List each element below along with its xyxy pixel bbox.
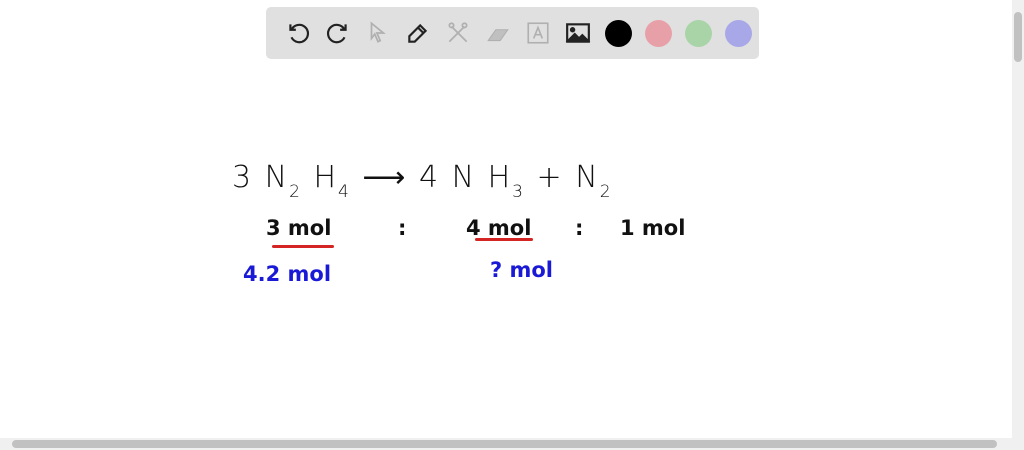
color-pink[interactable] bbox=[638, 13, 678, 53]
color-swatch bbox=[604, 19, 632, 47]
text-icon bbox=[527, 22, 549, 44]
element: N bbox=[575, 160, 600, 195]
vertical-scroll-thumb[interactable] bbox=[1014, 12, 1022, 62]
image-button[interactable] bbox=[558, 13, 598, 53]
underline-b bbox=[475, 238, 533, 241]
redo-icon bbox=[327, 23, 347, 44]
chemical-equation: 3 N2 H4 ⟶ 4 N H3 + N2 bbox=[232, 160, 613, 202]
eraser-icon bbox=[487, 29, 509, 42]
color-swatch bbox=[684, 19, 712, 47]
color-swatch bbox=[724, 19, 752, 47]
redo-button[interactable] bbox=[318, 13, 358, 53]
ratio-a: 3 mol bbox=[266, 216, 332, 240]
element: H bbox=[313, 160, 339, 195]
coefficient: 3 bbox=[232, 160, 254, 195]
pen-icon bbox=[408, 23, 428, 43]
underline-a bbox=[272, 245, 334, 248]
element: N bbox=[451, 160, 477, 195]
color-swatch bbox=[644, 19, 672, 47]
drawing-toolbar bbox=[266, 7, 759, 59]
ratio-b: 4 mol bbox=[466, 216, 532, 240]
horizontal-scroll-thumb[interactable] bbox=[12, 440, 997, 448]
select-button[interactable] bbox=[358, 13, 398, 53]
text-button[interactable] bbox=[518, 13, 558, 53]
vertical-scrollbar[interactable] bbox=[1012, 0, 1024, 438]
ratio-c: 1 mol bbox=[620, 216, 686, 240]
ratio-sep-1: : bbox=[398, 216, 407, 240]
unknown-amount: ? mol bbox=[490, 258, 553, 282]
element: H bbox=[487, 160, 513, 195]
pointer-icon bbox=[370, 21, 386, 43]
given-amount: 4.2 mol bbox=[243, 262, 332, 286]
eraser-button[interactable] bbox=[478, 13, 518, 53]
color-purple[interactable] bbox=[718, 13, 758, 53]
tools-button[interactable] bbox=[438, 13, 478, 53]
tools-icon bbox=[448, 22, 468, 43]
subscript: 4 bbox=[338, 182, 351, 202]
pen-button[interactable] bbox=[398, 13, 438, 53]
subscript: 2 bbox=[599, 182, 613, 202]
element: N bbox=[264, 160, 290, 195]
plus-sign: + bbox=[536, 160, 564, 195]
color-black[interactable] bbox=[598, 13, 638, 53]
color-green[interactable] bbox=[678, 13, 718, 53]
undo-button[interactable] bbox=[278, 13, 318, 53]
undo-icon bbox=[289, 23, 309, 44]
image-icon bbox=[565, 23, 591, 43]
coefficient: 4 bbox=[418, 160, 441, 195]
reaction-arrow: ⟶ bbox=[362, 160, 408, 195]
ratio-sep-2: : bbox=[575, 216, 584, 240]
subscript: 3 bbox=[512, 182, 525, 202]
horizontal-scrollbar[interactable] bbox=[0, 438, 1024, 450]
subscript: 2 bbox=[289, 182, 302, 202]
